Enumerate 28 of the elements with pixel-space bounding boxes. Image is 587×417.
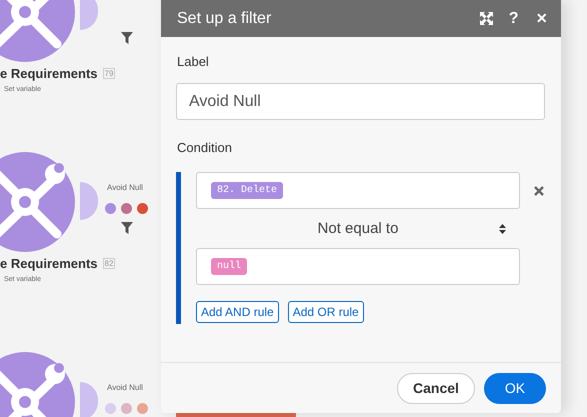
cancel-button[interactable]: Cancel xyxy=(397,372,475,404)
module-id: 79 xyxy=(102,68,116,79)
expand-icon[interactable] xyxy=(480,12,493,25)
add-rule-button[interactable]: Add AND rule xyxy=(196,301,279,323)
route-label: Avoid Null xyxy=(107,183,143,192)
dialog-title: Set up a filter xyxy=(177,10,272,28)
label-input[interactable]: Avoid Null xyxy=(176,83,545,120)
remove-icon[interactable] xyxy=(534,186,544,196)
module-title: e Requirements xyxy=(0,256,98,271)
module-id: 82 xyxy=(102,258,116,269)
field-label: Label xyxy=(177,54,210,69)
connector-handle[interactable] xyxy=(80,382,98,417)
tools-module-icon[interactable] xyxy=(0,150,77,254)
help-button[interactable]: ? xyxy=(506,10,520,28)
operator-select[interactable]: Not equal to xyxy=(196,209,520,248)
variable-pill: 82. Delete xyxy=(211,182,284,199)
filter-icon[interactable] xyxy=(121,32,133,44)
connector-handle[interactable] xyxy=(80,182,98,220)
module-title: e Requirements xyxy=(0,66,98,81)
route-label: Avoid Null xyxy=(107,383,143,392)
ok-button[interactable]: OK xyxy=(484,372,546,404)
field-label: Condition xyxy=(177,140,233,155)
value-pill: null xyxy=(211,258,248,275)
close-button[interactable]: × xyxy=(534,8,549,29)
sort-caret-icon xyxy=(499,224,506,234)
connector-handle[interactable] xyxy=(80,0,98,30)
add-rule-button[interactable]: Add OR rule xyxy=(288,301,364,323)
filter-icon[interactable] xyxy=(121,222,133,234)
